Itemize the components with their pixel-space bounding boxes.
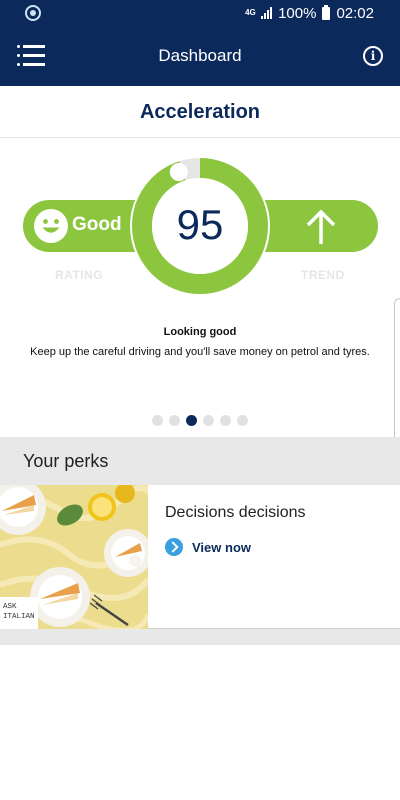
rating-label: Good <box>72 214 122 235</box>
score-value: 95 <box>176 201 224 248</box>
app-bar: Dashboard i <box>0 26 400 86</box>
gauge-cap <box>169 163 188 182</box>
perks-header: Your perks <box>0 437 400 485</box>
perks-title: Your perks <box>23 451 109 471</box>
perk-title: Decisions decisions <box>165 504 306 521</box>
app-notification-icon <box>25 5 41 21</box>
signal-icon <box>261 7 273 19</box>
perk-card[interactable]: ASK ITALIAN Decisions decisions View now <box>0 485 400 629</box>
arrow-up-icon <box>306 209 336 244</box>
pagination-dot[interactable] <box>186 415 197 426</box>
next-card-edge <box>0 629 400 645</box>
trend-caption: TREND <box>301 268 345 282</box>
battery-icon <box>322 4 331 20</box>
chevron-right-icon <box>165 538 183 556</box>
brand-logo: ASK ITALIAN <box>0 597 38 629</box>
battery-percent: 100% <box>278 4 317 22</box>
pagination-dot[interactable] <box>152 415 163 426</box>
rating-caption: RATING <box>55 268 104 282</box>
status-bar: 4G 100% 02:02 <box>0 0 400 26</box>
message-body: Keep up the careful driving and you'll s… <box>30 346 370 358</box>
pagination-dot[interactable] <box>220 415 231 426</box>
pagination-dots <box>0 415 400 426</box>
pagination-dot[interactable] <box>169 415 180 426</box>
view-now-label: View now <box>192 539 251 555</box>
edge-panel-handle[interactable] <box>394 298 400 458</box>
section-title: Acceleration <box>0 86 400 138</box>
app-title: Dashboard <box>158 46 242 65</box>
pagination-dot[interactable] <box>237 415 248 426</box>
perk-image: ASK ITALIAN <box>0 485 148 629</box>
network-type: 4G <box>245 8 256 17</box>
message-title: Looking good <box>163 326 237 338</box>
smiley-icon <box>34 209 68 243</box>
clock: 02:02 <box>336 4 374 22</box>
view-now-link[interactable]: View now <box>165 538 251 556</box>
status-indicators: 4G 100% 02:02 <box>245 4 374 22</box>
info-icon[interactable]: i <box>363 46 383 66</box>
pagination-dot[interactable] <box>203 415 214 426</box>
